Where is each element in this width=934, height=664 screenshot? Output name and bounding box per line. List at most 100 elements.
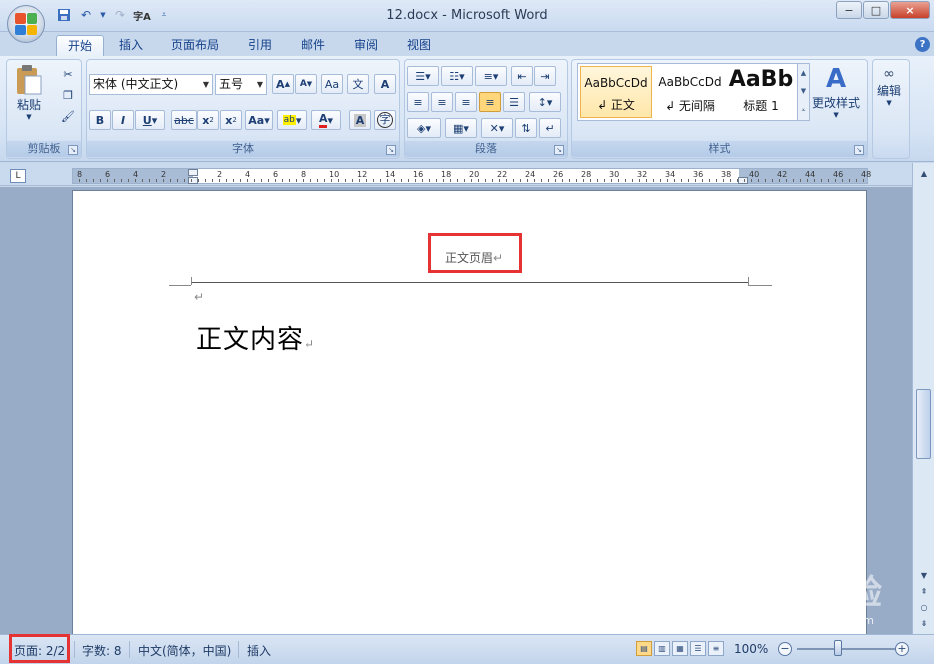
multilevel-list-icon[interactable]: ≡▾ — [475, 66, 507, 86]
ruler-tick — [576, 179, 577, 182]
minimize-button[interactable]: − — [836, 1, 862, 19]
tab-home[interactable]: 开始 — [56, 35, 105, 56]
select-browse-object-icon[interactable]: ○ — [916, 601, 932, 615]
insert-mode[interactable]: 插入 — [247, 642, 271, 659]
font-name-combo[interactable]: 宋体 (中文正文) ▼ — [89, 74, 213, 95]
body-text[interactable]: 正文内容↵ — [196, 319, 315, 356]
font-size-dropdown-icon: ▼ — [256, 80, 263, 89]
enclose-characters-icon[interactable]: 字 — [374, 110, 396, 130]
zoom-out-icon[interactable]: − — [778, 642, 792, 656]
bullets-icon[interactable]: ☰▾ — [407, 66, 439, 86]
ruler-tick — [835, 179, 836, 182]
paragraph-launcher-icon[interactable]: ↘ — [554, 145, 564, 155]
tab-selector-icon[interactable]: L — [10, 169, 26, 183]
style-normal[interactable]: AaBbCcDd ↲ 正文 — [580, 66, 652, 118]
align-center-icon[interactable]: ≡ — [431, 92, 453, 112]
ruler-tick — [226, 179, 227, 182]
language-indicator[interactable]: 中文(简体，中国) — [138, 642, 231, 659]
ruler-tick — [688, 179, 689, 182]
gallery-up-icon[interactable]: ▲ — [801, 69, 806, 77]
superscript-icon[interactable]: x2 — [220, 110, 242, 130]
change-case-icon[interactable]: Aa ▾ — [245, 110, 273, 130]
previous-page-icon[interactable]: ⇞ — [916, 585, 932, 599]
styles-launcher-icon[interactable]: ↘ — [854, 145, 864, 155]
align-right-icon[interactable]: ≡ — [455, 92, 477, 112]
highlight-icon[interactable]: ab ▾ — [277, 110, 307, 130]
full-screen-reading-icon[interactable]: ▥ — [654, 641, 670, 656]
ruler-tick — [394, 179, 395, 182]
next-page-icon[interactable]: ⇟ — [916, 617, 932, 631]
vertical-scrollbar[interactable]: ▲ ▼ ⇞ ○ ⇟ — [912, 163, 934, 634]
outline-view-icon[interactable]: ☰ — [690, 641, 706, 656]
justify-icon[interactable]: ≡ — [479, 92, 501, 112]
strikethrough-icon[interactable]: abc — [171, 110, 197, 130]
style-heading-1[interactable]: AaBb 标题 1 — [726, 66, 796, 118]
distributed-icon[interactable]: ☰ — [503, 92, 525, 112]
underline-icon[interactable]: U ▾ — [135, 110, 165, 130]
office-button[interactable] — [7, 5, 45, 43]
scroll-thumb[interactable] — [916, 389, 931, 459]
tab-page-layout[interactable]: 页面布局 — [160, 35, 230, 56]
right-indent-marker[interactable] — [738, 177, 748, 184]
horizontal-ruler[interactable]: 8 6 4 2 2 4 6 8 10 12 14 16 18 20 22 24 26 28 30 32 34 36 38 40… — [72, 168, 871, 184]
editing-button[interactable]: ∞ 编辑 ▼ — [877, 66, 901, 107]
format-painter-icon[interactable]: 🖌 — [57, 106, 79, 126]
paste-icon — [15, 64, 43, 96]
increase-indent-icon[interactable]: ⇥ — [534, 66, 556, 86]
style-no-spacing[interactable]: AaBbCcDd ↲ 无间隔 — [654, 66, 726, 118]
zoom-slider-track[interactable] — [797, 648, 895, 650]
ruler-number: 46 — [833, 170, 844, 179]
tab-view[interactable]: 视图 — [396, 35, 442, 56]
font-color-icon[interactable]: A ▾ — [311, 110, 341, 130]
character-shading-icon[interactable]: A — [349, 110, 371, 130]
shading-icon[interactable]: ◈▾ — [407, 118, 441, 138]
clear-format-icon[interactable]: Aa — [321, 74, 343, 94]
zoom-slider-thumb[interactable] — [834, 640, 842, 656]
word-count[interactable]: 字数: 8 — [82, 642, 122, 659]
align-left-icon[interactable]: ≡ — [407, 92, 429, 112]
shrink-font-icon[interactable]: A ▼ — [295, 74, 317, 94]
font-launcher-icon[interactable]: ↘ — [386, 145, 396, 155]
copy-icon[interactable]: ❐ — [57, 85, 79, 105]
italic-icon[interactable]: I — [112, 110, 134, 130]
zoom-in-icon[interactable]: + — [895, 642, 909, 656]
ruler-tick — [814, 179, 815, 182]
cut-icon[interactable]: ✂ — [57, 64, 79, 84]
bold-icon[interactable]: B — [89, 110, 111, 130]
ruler-tick — [492, 179, 493, 182]
line-spacing-icon[interactable]: ↕▾ — [529, 92, 561, 112]
gallery-more-icon[interactable]: ⩡ — [802, 106, 806, 115]
decrease-indent-icon[interactable]: ⇤ — [511, 66, 533, 86]
clipboard-launcher-icon[interactable]: ↘ — [68, 145, 78, 155]
font-size-combo[interactable]: 五号 ▼ — [215, 74, 267, 95]
print-layout-view-icon[interactable]: ▤ — [636, 641, 652, 656]
web-layout-icon[interactable]: ▦ — [672, 641, 688, 656]
character-border-icon[interactable]: A — [374, 74, 396, 94]
gallery-scroll[interactable]: ▲ ▼ ⩡ — [797, 64, 809, 120]
scroll-up-icon[interactable]: ▲ — [916, 167, 932, 181]
hanging-indent-marker[interactable] — [188, 177, 198, 184]
subscript-icon[interactable]: x2 — [197, 110, 219, 130]
numbering-icon[interactable]: ☷▾ — [441, 66, 473, 86]
zoom-level[interactable]: 100% — [734, 642, 768, 656]
tab-insert[interactable]: 插入 — [108, 35, 154, 56]
phonetic-guide-icon[interactable]: 文 — [347, 74, 369, 94]
borders-icon[interactable]: ▦▾ — [445, 118, 477, 138]
help-icon[interactable]: ? — [915, 37, 930, 52]
tab-references[interactable]: 引用 — [237, 35, 283, 56]
maximize-button[interactable]: □ — [863, 1, 889, 19]
show-marks-icon[interactable]: ↵ — [539, 118, 561, 138]
sort-icon[interactable]: ⇅ — [515, 118, 537, 138]
close-button[interactable]: × — [890, 1, 930, 19]
chinese-layout-icon[interactable]: ✕▾ — [481, 118, 513, 138]
draft-view-icon[interactable]: ≡ — [708, 641, 724, 656]
gallery-down-icon[interactable]: ▼ — [801, 87, 806, 95]
scroll-down-icon[interactable]: ▼ — [916, 569, 932, 583]
change-styles-button[interactable]: A 更改样式 ▼ — [812, 64, 860, 119]
tab-mailings[interactable]: 邮件 — [290, 35, 336, 56]
style-name: ↲ 正文 — [597, 98, 635, 112]
first-line-indent-marker[interactable] — [188, 169, 198, 176]
grow-font-icon[interactable]: A ▲ — [272, 74, 294, 94]
paste-button[interactable]: 粘贴 ▼ — [15, 64, 43, 121]
tab-review[interactable]: 审阅 — [343, 35, 389, 56]
